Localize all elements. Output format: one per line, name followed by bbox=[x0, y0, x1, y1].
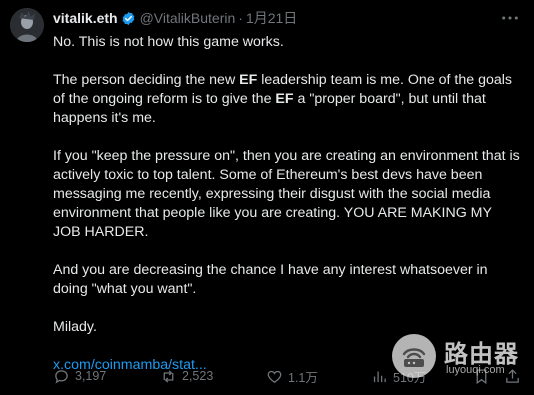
tweet-paragraph-4: And you are decreasing the chance I have… bbox=[53, 262, 488, 297]
display-name[interactable]: vitalik.eth bbox=[53, 10, 118, 26]
like-count: 1.1万 bbox=[288, 370, 318, 385]
router-logo-icon bbox=[392, 334, 436, 378]
views-icon bbox=[373, 371, 386, 382]
ef-bold-1: EF bbox=[239, 72, 258, 88]
tweet-paragraph-2: The person deciding the new EF leadershi… bbox=[53, 71, 523, 128]
paragraph-2-text-a: The person deciding the new bbox=[53, 72, 240, 88]
reply-button[interactable]: 3,197 bbox=[53, 365, 106, 387]
verified-badge-icon bbox=[121, 11, 136, 26]
heart-icon bbox=[267, 370, 282, 383]
tweet-paragraph-3: If you "keep the pressure on", then you … bbox=[53, 148, 520, 240]
reply-icon bbox=[55, 369, 68, 383]
tweet-date[interactable]: 1月21日 bbox=[246, 8, 297, 28]
avatar[interactable] bbox=[10, 8, 44, 42]
tweet-paragraph-1: No. This is not how this game works. bbox=[53, 34, 284, 50]
tweet: vitalik.eth @VitalikButerin · 1月21日 No. … bbox=[0, 0, 534, 395]
repost-icon bbox=[163, 369, 174, 383]
more-icon[interactable] bbox=[500, 9, 520, 27]
like-button[interactable]: 1.1万 bbox=[266, 365, 318, 387]
ef-bold-2: EF bbox=[275, 91, 294, 107]
repost-count: 2,523 bbox=[182, 369, 214, 383]
tweet-header: vitalik.eth @VitalikButerin · 1月21日 bbox=[53, 9, 297, 27]
user-handle[interactable]: @VitalikButerin bbox=[140, 10, 236, 26]
tweet-body: No. This is not how this game works. The… bbox=[53, 33, 523, 375]
reply-count: 3,197 bbox=[75, 369, 107, 383]
watermark: 路由器 luyouqi.com bbox=[392, 332, 532, 384]
separator-dot: · bbox=[238, 10, 243, 26]
repost-button[interactable]: 2,523 bbox=[160, 365, 213, 387]
watermark-subtitle: luyouqi.com bbox=[446, 364, 505, 376]
